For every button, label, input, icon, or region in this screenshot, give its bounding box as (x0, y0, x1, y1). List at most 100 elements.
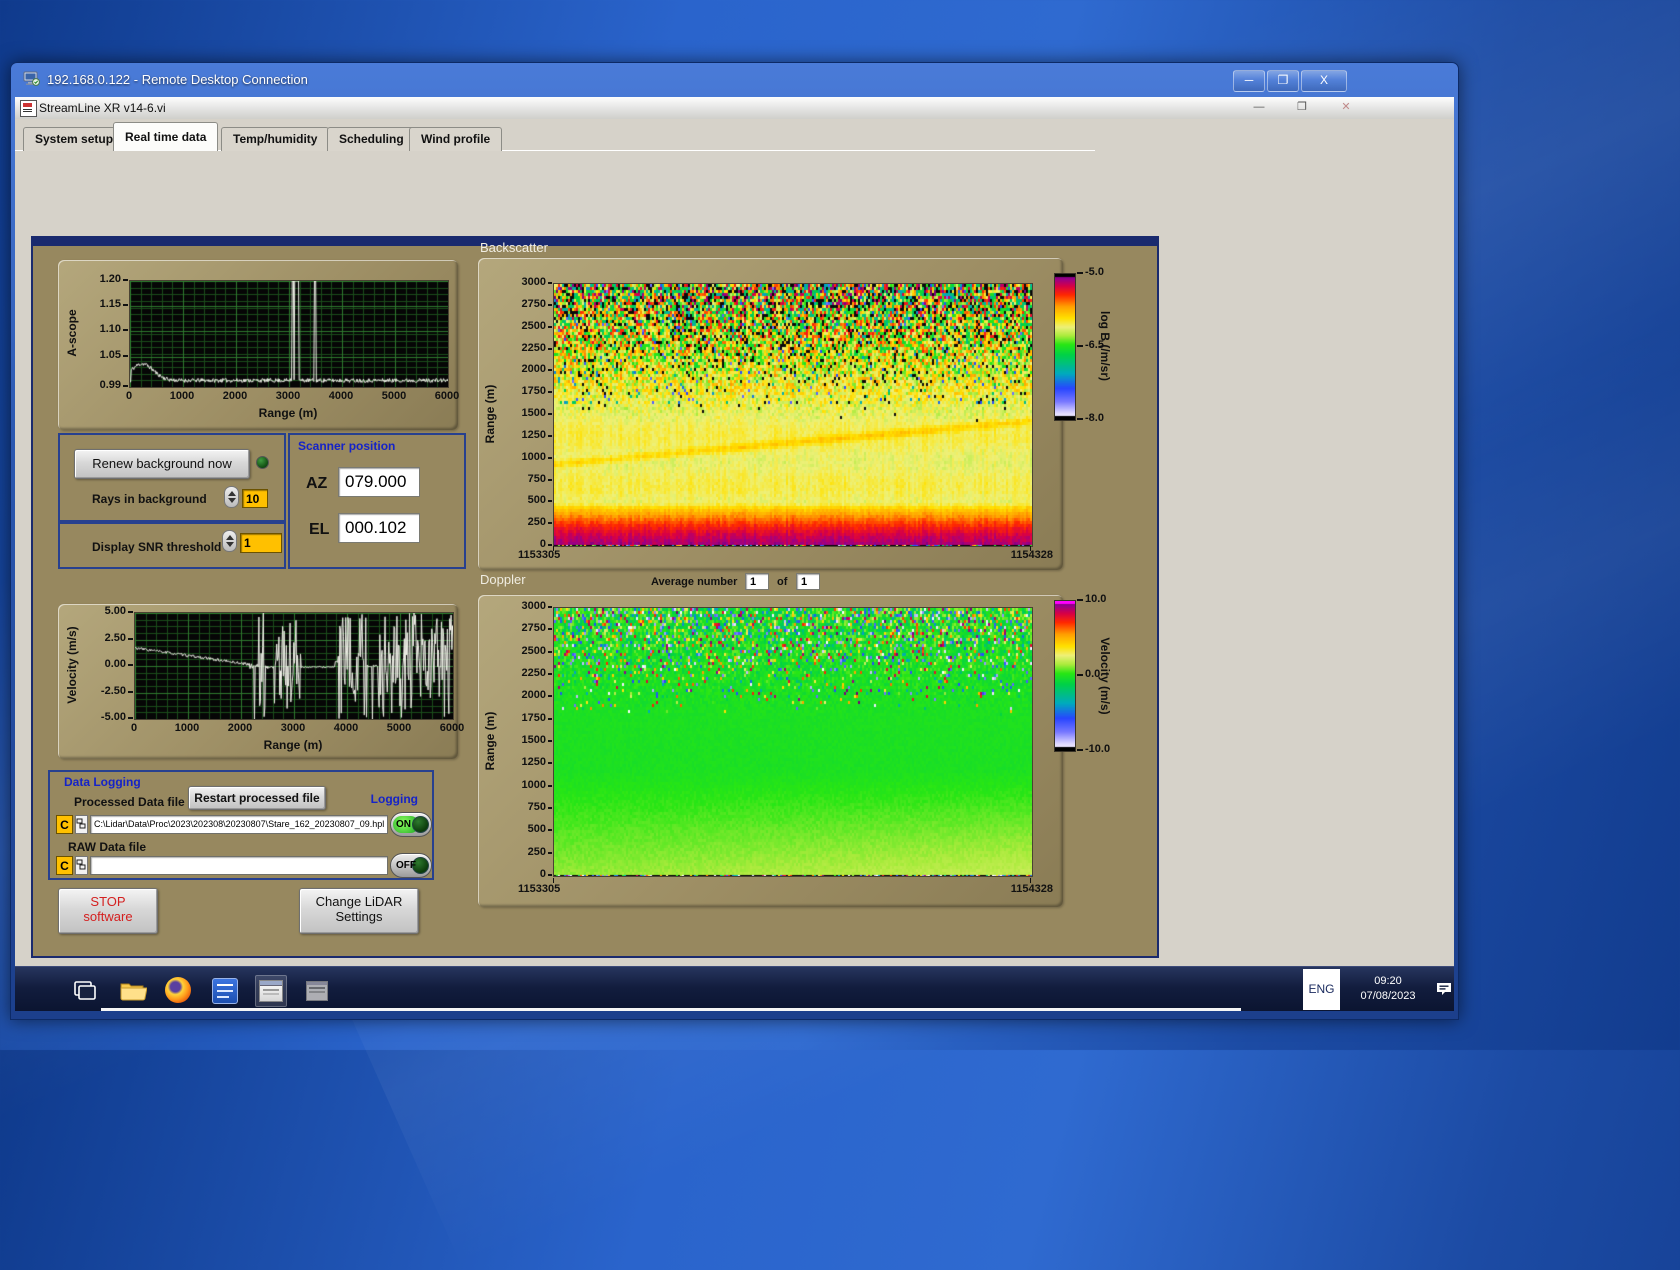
axis-tick (548, 784, 552, 787)
el-value-field[interactable]: 000.102 (338, 513, 420, 543)
axis-tick-label: 2.50 (104, 631, 126, 644)
backscatter-title: Backscatter (480, 240, 548, 255)
stop-button-line1: STOP (90, 894, 126, 909)
axis-tick (548, 456, 552, 459)
axis-tick (128, 690, 133, 693)
app-minimize-button[interactable]: — (1246, 101, 1272, 115)
front-panel-background: A-scope Range (m) 1.20 1.15 1.10 1.05 0.99 0 1… (15, 151, 1454, 966)
app-titlebar[interactable]: StreamLine XR v14-6.vi — ❐ ✕ (15, 97, 1454, 120)
remote-taskbar: ENG 09:20 07/08/2023 (15, 966, 1454, 1011)
stop-software-button[interactable]: STOP software (58, 888, 158, 934)
axis-tick (548, 347, 552, 350)
axis-tick (548, 303, 552, 306)
axis-tick-label: 10.0 (1085, 593, 1107, 605)
app-restore-button[interactable]: ❐ (1289, 101, 1315, 115)
axis-tick (128, 664, 133, 666)
notification-center-icon[interactable] (1435, 980, 1453, 1003)
axis-tick (548, 413, 552, 415)
tab-wind-profile[interactable]: Wind profile (409, 127, 503, 151)
axis-tick (1077, 674, 1083, 676)
doppler-colorbar-scale (1054, 600, 1076, 752)
axis-tick-label: 1000 (169, 390, 195, 402)
processed-browse-icon[interactable] (75, 815, 88, 834)
axis-tick (548, 807, 552, 809)
axis-tick (548, 606, 552, 608)
axis-tick-label: 4000 (333, 722, 359, 734)
axis-tick-label: 2750 (521, 622, 546, 635)
axis-tick (548, 478, 552, 481)
processed-logging-switch[interactable]: ON (390, 812, 432, 837)
raw-data-file-path[interactable] (90, 856, 388, 875)
restart-processed-file-button[interactable]: Restart processed file (188, 786, 326, 810)
of-label: of (777, 576, 788, 588)
remote-desktop-icon (23, 70, 41, 93)
app-close-button[interactable]: ✕ (1333, 101, 1359, 115)
tab-temp-humidity[interactable]: Temp/humidity (221, 127, 330, 151)
velocity-graph: Velocity (m/s) Range (m) 5.00 2.50 0.00 -2.… (58, 604, 464, 759)
axis-tick (548, 874, 552, 876)
axis-tick-label: 1000 (521, 778, 546, 791)
rdp-minimize-button[interactable]: ─ (1233, 70, 1265, 92)
axis-tick-label: 2000 (227, 722, 253, 734)
real-time-data-panel: A-scope Range (m) 1.20 1.15 1.10 1.05 0.99 0 1… (31, 236, 1159, 958)
average-number-label: Average number (651, 576, 738, 588)
axis-tick (548, 325, 552, 328)
axis-tick (548, 369, 552, 372)
blue-document-icon[interactable] (209, 975, 239, 1005)
velocity-x-axis-label: Range (m) (263, 738, 323, 752)
scan-scheduler-icon[interactable] (301, 975, 331, 1005)
axis-tick (548, 650, 552, 653)
average-total-field[interactable]: 1 (796, 573, 820, 590)
doppler-y-axis-label: Range (m) (483, 711, 497, 771)
labview-app-icon[interactable] (255, 975, 287, 1007)
rdp-close-button[interactable]: X (1301, 70, 1347, 92)
language-indicator[interactable]: ENG (1303, 969, 1340, 1010)
average-number-field[interactable]: 1 (745, 573, 769, 590)
axis-tick-label: 0 (539, 538, 546, 550)
axis-tick (548, 282, 552, 284)
axis-tick-label: 2000 (521, 689, 546, 702)
rdp-titlebar[interactable]: 192.168.0.122 - Remote Desktop Connectio… (11, 63, 1458, 97)
tab-scheduling[interactable]: Scheduling (327, 127, 416, 151)
axis-tick-label: 5000 (386, 722, 412, 734)
logging-label: Logging (370, 792, 418, 806)
doppler-heatmap (553, 607, 1033, 877)
rays-spinner[interactable] (224, 486, 239, 508)
scanner-position-title: Scanner position (298, 439, 396, 453)
labview-vi-icon (20, 100, 37, 117)
file-explorer-icon[interactable] (117, 975, 148, 1005)
axis-tick-label: 1.20 (99, 273, 121, 285)
axis-tick-label: 750 (527, 801, 546, 813)
axis-tick-label: -10.0 (1085, 743, 1111, 755)
processed-data-file-path[interactable]: C:\Lidar\Data\Proc\2023\202308\20230807\… (90, 815, 388, 834)
ascope-graph: A-scope Range (m) 1.20 1.15 1.10 1.05 0.99 0 1… (58, 260, 459, 430)
snr-threshold-box: Display SNR threshold 1 (58, 522, 286, 569)
axis-tick (548, 851, 552, 854)
doppler-graph: Range (m) 1153305 1154328 3000 2750 2500 22… (478, 595, 1063, 907)
snr-spinner[interactable] (222, 530, 237, 552)
firefox-icon[interactable] (163, 975, 193, 1005)
change-lidar-settings-button[interactable]: Change LiDAR Settings (299, 888, 419, 934)
axis-tick-label: 0 (125, 390, 133, 402)
snr-value-field[interactable]: 1 (240, 533, 282, 553)
raw-logging-switch[interactable]: OFF (390, 853, 432, 878)
processed-drive-box[interactable]: C (56, 815, 73, 834)
axis-tick-label: 2000 (521, 363, 546, 376)
tab-real-time-data[interactable]: Real time data (113, 122, 219, 151)
raw-browse-icon[interactable] (75, 856, 88, 875)
rays-value-field[interactable]: 10 (242, 489, 268, 508)
axis-tick (123, 354, 128, 357)
axis-tick-label: 1750 (521, 385, 546, 398)
az-value-field[interactable]: 079.000 (338, 467, 420, 497)
tab-system-setup[interactable]: System setup (23, 127, 126, 151)
renew-background-button[interactable]: Renew background now (74, 449, 250, 479)
el-label: EL (309, 521, 330, 538)
axis-tick-label: -5.0 (1085, 266, 1104, 278)
axis-tick-label: 2500 (521, 644, 546, 657)
raw-drive-box[interactable]: C (56, 856, 73, 875)
backscatter-colorbar-label: log B (/m/sr) (1098, 310, 1112, 382)
taskbar-clock[interactable]: 09:20 07/08/2023 (1345, 974, 1431, 1004)
rdp-maximize-button[interactable]: ❐ (1267, 70, 1299, 92)
axis-tick (1077, 749, 1083, 751)
task-view-icon[interactable] (70, 975, 100, 1005)
